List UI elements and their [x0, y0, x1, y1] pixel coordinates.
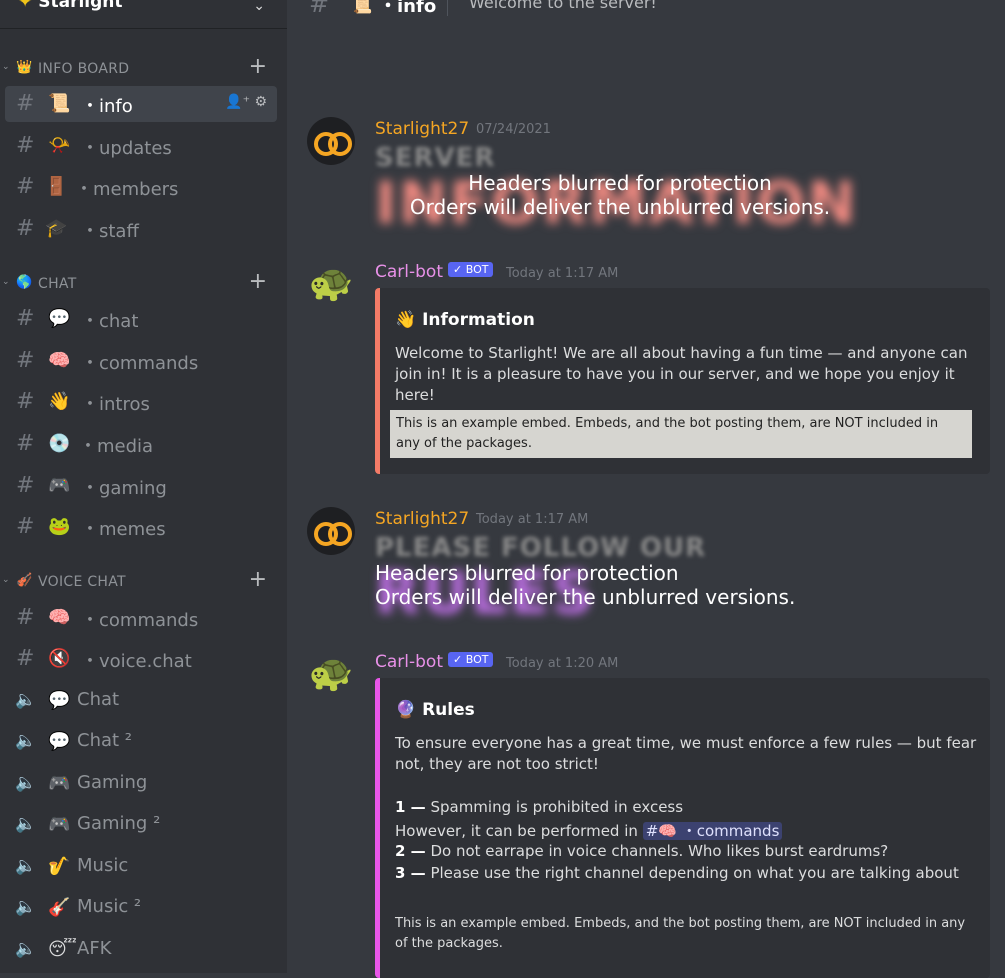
voice-channel-afk[interactable]: 🔈 😴 AFK [5, 932, 277, 968]
avatar-turtle[interactable]: 🐢 [307, 650, 355, 698]
hash-icon: # [16, 174, 35, 199]
channel-voice-chat-text[interactable]: # 🔇 ・voice.chat [5, 641, 277, 677]
embed-description: Welcome to Starlight! We are all about h… [395, 344, 968, 404]
avatar-starlight[interactable] [307, 117, 355, 165]
message-author[interactable]: Starlight27 [375, 119, 469, 139]
channel-updates[interactable]: # 📯 ・updates [5, 128, 277, 164]
hash-icon: # [16, 646, 35, 671]
collapse-arrow-icon: ⌄ [2, 62, 10, 72]
hash-icon: # [16, 133, 35, 158]
embed-title: 👋 Information [395, 310, 535, 330]
embed-footer: This is an example embed. Embeds, and th… [390, 410, 972, 458]
category-chat[interactable]: ⌄ 🌎 CHAT + [0, 269, 287, 296]
chevron-down-icon[interactable]: ⌄ [253, 0, 265, 14]
rule-1-detail: However, it can be performed in #🧠 ・comm… [395, 820, 783, 841]
hash-icon: # [16, 431, 35, 456]
crown-icon: 👑 [16, 60, 33, 75]
category-info-board[interactable]: ⌄ 👑 INFO BOARD + [0, 54, 287, 81]
channel-commands[interactable]: # 🧠 ・commands [5, 343, 277, 379]
rule-3: 3 — Please use the right channel dependi… [395, 864, 959, 882]
speaker-icon: 🔈 [15, 731, 37, 751]
embed-rules: 🔮 Rules To ensure everyone has a great t… [375, 678, 990, 978]
channel-topic: Welcome to the server! [469, 0, 657, 12]
collapse-arrow-icon: ⌄ [2, 575, 10, 585]
channel-staff[interactable]: # 🎓 ・staff [5, 211, 277, 247]
voice-channel-gaming-2[interactable]: 🔈 🎮 Gaming ² [5, 807, 277, 843]
hash-icon: # [16, 473, 35, 498]
embed-description: To ensure everyone has a great time, we … [395, 734, 977, 773]
embed-information: 👋 Information Welcome to Starlight! We a… [375, 288, 990, 474]
bot-badge: ✓ BOT [448, 652, 494, 667]
invite-icon[interactable]: 👤⁺ [225, 94, 250, 110]
rule-2: 2 — Do not earrape in voice channels. Wh… [395, 842, 889, 860]
watermark-note: Headers blurred for protection Orders wil… [409, 171, 831, 219]
blurred-header-image: PLEASE FOLLOW OUR RULES Headers blurred … [375, 533, 865, 627]
scroll-icon: 📜 [350, 0, 373, 15]
channel-voice-commands[interactable]: # 🧠 ・commands [5, 600, 277, 636]
channel-members[interactable]: # 🚪 ・members [5, 169, 277, 205]
channel-media[interactable]: # 💿 ・media [5, 426, 277, 462]
channel-info[interactable]: # 📜 ・info 👤⁺ ⚙ [5, 86, 277, 122]
speaker-icon: 🔈 [15, 856, 37, 876]
locked-hash-icon: # [16, 216, 35, 241]
voice-channel-chat-2[interactable]: 🔈 💬 Chat ² [5, 724, 277, 760]
add-channel-button[interactable]: + [249, 54, 267, 79]
category-voice-chat[interactable]: ⌄ 🎻 VOICE CHAT + [0, 567, 287, 594]
blurred-header-image: SERVER INFORMATION Headers blurred for p… [375, 143, 865, 237]
speaker-icon: 🔈 [15, 939, 37, 959]
hash-icon: # [16, 514, 35, 539]
server-name: ✦ Starlight [18, 0, 123, 12]
watermark-note: Headers blurred for protection Orders wil… [375, 561, 796, 609]
message-author[interactable]: Carl-bot [375, 262, 443, 282]
channel-chat[interactable]: # 💬 ・chat [5, 301, 277, 337]
channel-tools: 👤⁺ ⚙ [225, 94, 267, 110]
collapse-arrow-icon: ⌄ [2, 277, 10, 287]
hash-icon: # [16, 348, 35, 373]
voice-channel-gaming[interactable]: 🔈 🎮 Gaming [5, 766, 277, 802]
hash-icon: # [16, 91, 35, 116]
rule-1: 1 — Spamming is prohibited in excess [395, 798, 684, 816]
message-timestamp: Today at 1:17 AM [506, 266, 619, 281]
message-author[interactable]: Carl-bot [375, 652, 443, 672]
violin-icon: 🎻 [16, 573, 33, 588]
speaker-icon: 🔈 [15, 814, 37, 834]
channel-memes[interactable]: # 🐸 ・memes [5, 509, 277, 545]
channel-title: ・info [379, 0, 437, 17]
channel-intros[interactable]: # 👋 ・intros [5, 384, 277, 420]
speaker-icon: 🔈 [15, 690, 37, 710]
server-header[interactable]: ✦ Starlight ⌄ [0, 0, 287, 29]
add-channel-button[interactable]: + [249, 269, 267, 294]
channel-sidebar: ✦ Starlight ⌄ ⌄ 👑 INFO BOARD + # 📜 ・info … [0, 0, 287, 973]
hash-icon: # [309, 0, 330, 18]
embed-title: 🔮 Rules [395, 700, 475, 720]
avatar-starlight[interactable] [307, 507, 355, 555]
bot-badge: ✓ BOT [448, 262, 494, 277]
speaker-icon: 🔈 [15, 897, 37, 917]
message-timestamp: Today at 1:20 AM [506, 656, 619, 671]
sparkle-icon: ✦ [18, 0, 33, 12]
voice-channel-music[interactable]: 🔈 🎷 Music [5, 849, 277, 885]
voice-channel-chat[interactable]: 🔈 💬 Chat [5, 683, 277, 719]
hash-icon: # [16, 306, 35, 331]
add-channel-button[interactable]: + [249, 567, 267, 592]
message-timestamp: Today at 1:17 AM [476, 512, 589, 527]
channel-mention[interactable]: #🧠 ・commands [642, 822, 783, 840]
hash-icon: # [16, 605, 35, 630]
message-timestamp: 07/24/2021 [476, 122, 551, 137]
channel-header: # 📜 ・info Welcome to the server! [287, 0, 1005, 22]
avatar-turtle[interactable]: 🐢 [307, 260, 355, 308]
hash-icon: # [16, 389, 35, 414]
voice-channel-music-2[interactable]: 🔈 🎸 Music ² [5, 890, 277, 926]
speaker-icon: 🔈 [15, 773, 37, 793]
globe-icon: 🌎 [16, 275, 33, 290]
channel-gaming[interactable]: # 🎮 ・gaming [5, 468, 277, 504]
message-author[interactable]: Starlight27 [375, 509, 469, 529]
embed-footer: This is an example embed. Embeds, and th… [395, 916, 966, 951]
gear-icon[interactable]: ⚙ [254, 94, 267, 110]
divider [447, 0, 448, 16]
